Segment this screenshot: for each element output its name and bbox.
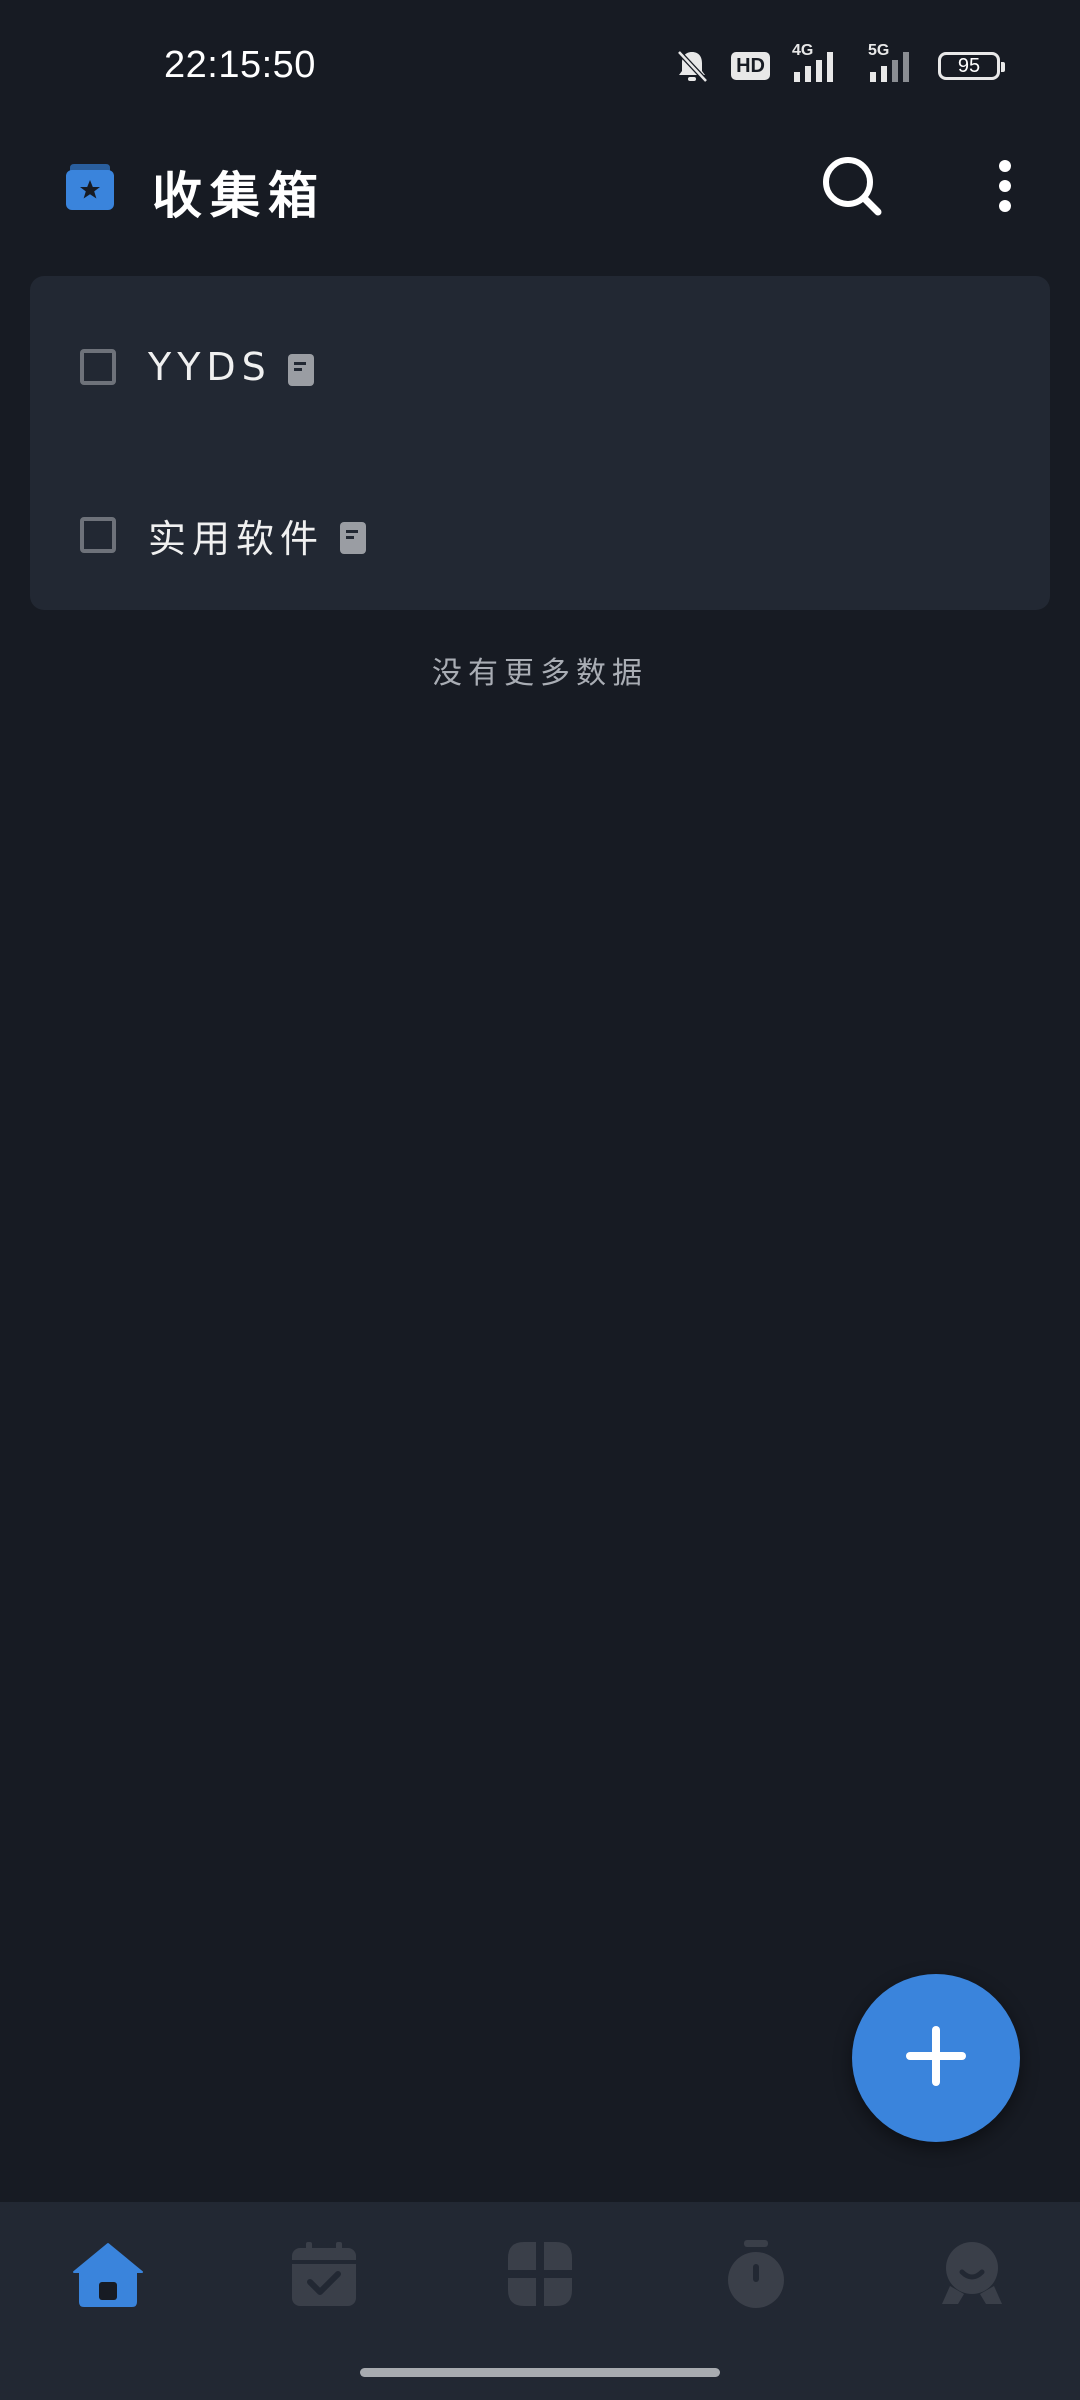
bell-muted-icon [675, 48, 709, 84]
calendar-check-icon [288, 2238, 360, 2310]
profile-icon [936, 2238, 1008, 2310]
status-icons: HD 4G 5G 95 [675, 42, 1005, 84]
task-checkbox[interactable] [80, 349, 116, 385]
no-more-data-text: 没有更多数据 [432, 656, 648, 691]
home-icon [72, 2238, 144, 2310]
nav-timer[interactable] [720, 2238, 792, 2310]
list-item[interactable]: 实用软件 [30, 470, 1050, 600]
signal-4g-icon: 4G [792, 42, 840, 84]
nav-calendar[interactable] [288, 2238, 360, 2310]
app-header: 收集箱 [0, 130, 1080, 240]
apps-grid-icon [504, 2238, 576, 2310]
note-icon [287, 351, 314, 386]
page-title: 收集箱 [152, 166, 326, 225]
status-time: 22:15:50 [164, 44, 316, 86]
task-list: YYDS 实用软件 [30, 276, 1050, 610]
home-indicator[interactable] [360, 2368, 720, 2377]
plus-icon [904, 2024, 968, 2092]
task-title: YYDS [148, 345, 272, 389]
search-icon[interactable] [820, 154, 884, 218]
task-checkbox[interactable] [80, 517, 116, 553]
timer-icon [720, 2238, 792, 2310]
hd-icon: HD [731, 52, 770, 80]
inbox-star-icon [64, 160, 116, 212]
nav-home[interactable] [72, 2238, 144, 2310]
add-task-button[interactable] [852, 1974, 1020, 2142]
screen: 22:15:50 HD 4G 5G 95 收集箱 YYDS 实用软件 没有更多数… [0, 0, 1080, 2400]
list-item-label: 实用软件 [148, 508, 367, 563]
task-title: 实用软件 [148, 516, 325, 561]
more-vertical-icon[interactable] [990, 158, 1020, 214]
nav-apps[interactable] [504, 2238, 576, 2310]
signal-5g-icon: 5G [862, 42, 916, 84]
battery-indicator: 95 [938, 52, 1005, 80]
list-item[interactable]: YYDS [30, 302, 1050, 432]
list-item-label: YYDS [148, 345, 314, 389]
note-icon [340, 519, 367, 554]
status-bar: 22:15:50 HD 4G 5G 95 [0, 0, 1080, 130]
nav-profile[interactable] [936, 2238, 1008, 2310]
